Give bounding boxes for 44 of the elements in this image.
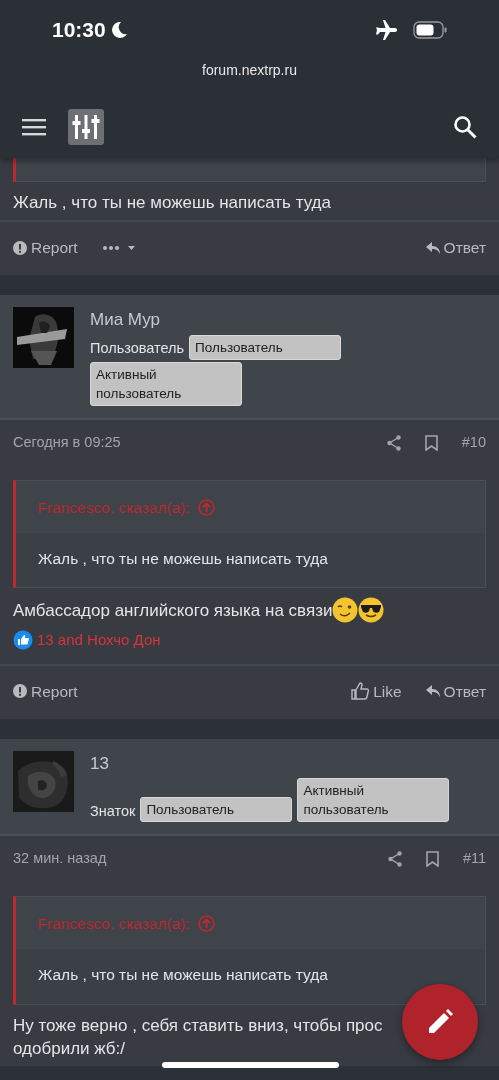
- battery-icon: [413, 21, 447, 39]
- airplane-icon: [375, 20, 397, 40]
- user-banner: Активный пользователь: [90, 361, 242, 406]
- username[interactable]: Миа Мур: [90, 307, 486, 333]
- thumbs-up-icon: [13, 630, 33, 651]
- pencil-icon: [427, 1009, 453, 1035]
- post-date[interactable]: Сегодня в 09:25: [13, 431, 121, 454]
- clock-time: 10:30: [52, 17, 106, 44]
- user-title: Пользователь: [90, 339, 185, 358]
- user-banner: Пользователь: [140, 797, 293, 823]
- reply-link[interactable]: Ответ: [425, 236, 486, 260]
- post-date[interactable]: 32 мин. назад: [13, 848, 107, 870]
- report-link[interactable]: Report: [13, 679, 78, 703]
- moon-icon: [109, 21, 128, 39]
- post-text: Ну тоже верно , себя ставить вниз, чтобы прос: [13, 1014, 383, 1037]
- username[interactable]: 13: [90, 750, 486, 777]
- search-icon[interactable]: [453, 115, 477, 139]
- menu-icon[interactable]: [22, 118, 46, 136]
- like-link[interactable]: Like: [351, 679, 402, 703]
- sliders-icon[interactable]: [68, 109, 104, 145]
- quote-text: Жаль , что ты не можешь написать туда: [16, 532, 485, 587]
- user-banner: Активный пользователь: [297, 778, 450, 823]
- post-number[interactable]: #11: [462, 848, 486, 870]
- sunglasses-face-icon: [358, 597, 385, 623]
- reply-link[interactable]: Ответ: [425, 679, 486, 703]
- quote-text: Жаль , что ты не можешь написать туда: [16, 949, 485, 1004]
- share-icon[interactable]: [386, 434, 401, 451]
- alert-icon: [13, 240, 27, 255]
- post-number[interactable]: #10: [461, 431, 486, 454]
- thumbs-up-icon: [351, 682, 370, 701]
- alert-icon: [13, 684, 27, 699]
- user-banner: Пользователь: [189, 334, 342, 360]
- post-text: Жаль , что ты не можешь написать туда: [13, 192, 331, 214]
- bookmark-icon[interactable]: [425, 851, 439, 868]
- post-text: Амбассадор английского языка на связи: [13, 599, 333, 622]
- reply-icon: [425, 685, 440, 698]
- reply-icon: [425, 241, 440, 254]
- url-text[interactable]: forum.nextrp.ru: [202, 60, 297, 81]
- bookmark-icon[interactable]: [424, 434, 438, 451]
- report-link[interactable]: Report: [13, 236, 78, 260]
- winking-face-icon: [332, 597, 359, 623]
- share-icon[interactable]: [387, 851, 402, 868]
- user-title: Знаток: [90, 801, 136, 821]
- post-text: одобрили жб:/: [13, 1037, 126, 1060]
